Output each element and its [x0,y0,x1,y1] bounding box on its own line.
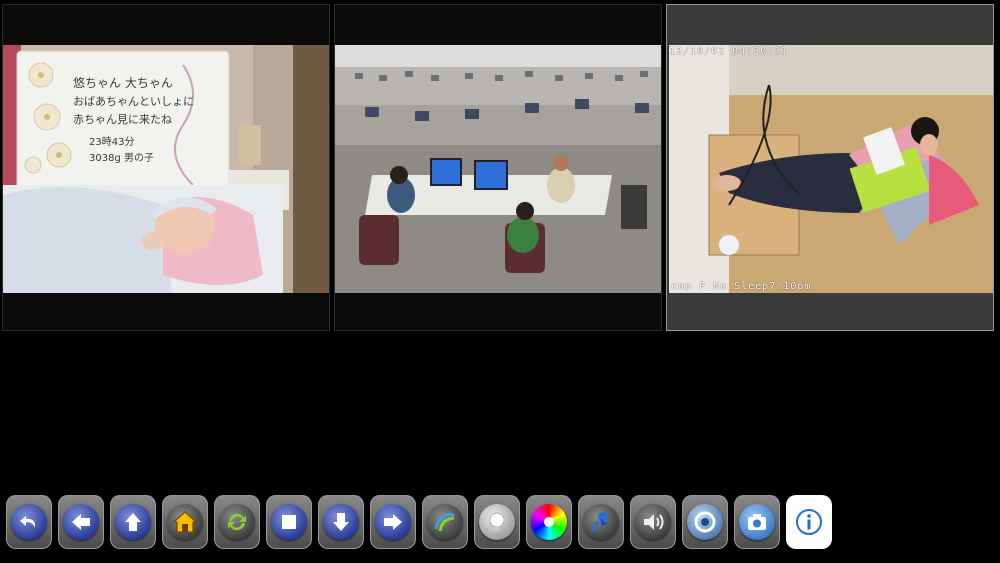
camera-panel-1[interactable]: 悠ちゃん 大ちゃん おばあちゃんといしょに 赤ちゃん見に来たね 23時43分 3… [2,4,330,331]
note-line-4: 23時43分 [89,136,134,148]
note-line-5: 3038g 男の子 [89,152,154,164]
pin-icon [583,504,619,540]
camera-snapshot-icon [739,504,775,540]
arrow-right-icon [375,504,411,540]
camera-3-caption: cop P No Sleep7'10pm [671,281,811,292]
focus-button[interactable] [474,495,520,549]
note-line-3: 赤ちゃん見に来たね [73,113,172,126]
speaker-icon [635,504,671,540]
arrow-left-icon [63,504,99,540]
info-icon [791,504,827,540]
camera-feed-2 [335,45,661,293]
camera-feed-1: 悠ちゃん 大ちゃん おばあちゃんといしょに 赤ちゃん見に来たね 23時43分 3… [3,45,329,293]
patrol-icon [427,504,463,540]
camera-3-timestamp: 12/10/02 04:30:21 [669,46,789,57]
stop-icon [271,504,307,540]
color-adjust-button[interactable] [526,495,572,549]
back-icon [11,504,47,540]
patrol-button[interactable] [422,495,468,549]
note-line-1: 悠ちゃん 大ちゃん [73,75,173,90]
arrow-down-icon [323,504,359,540]
camera-feed-3: cop P No Sleep7'10pm [669,45,993,293]
stop-button[interactable] [266,495,312,549]
pan-right-button[interactable] [370,495,416,549]
color-wheel-icon [531,504,567,540]
preset-pin-button[interactable] [578,495,624,549]
pan-left-button[interactable] [58,495,104,549]
snapshot-button[interactable] [734,495,780,549]
note-line-2: おばあちゃんといしょに [73,95,194,108]
refresh-button[interactable] [214,495,260,549]
iris-icon [687,504,723,540]
iris-button[interactable] [682,495,728,549]
info-button[interactable] [786,495,832,549]
camera-panel-2[interactable] [334,4,662,331]
arrow-up-icon [115,504,151,540]
refresh-icon [219,504,255,540]
camera-panel-3[interactable]: cop P No Sleep7'10pm 12/10/02 04:30:21 [666,4,994,331]
tilt-up-button[interactable] [110,495,156,549]
home-icon [167,504,203,540]
tilt-down-button[interactable] [318,495,364,549]
audio-button[interactable] [630,495,676,549]
focus-icon [479,504,515,540]
home-button[interactable] [162,495,208,549]
back-button[interactable] [6,495,52,549]
